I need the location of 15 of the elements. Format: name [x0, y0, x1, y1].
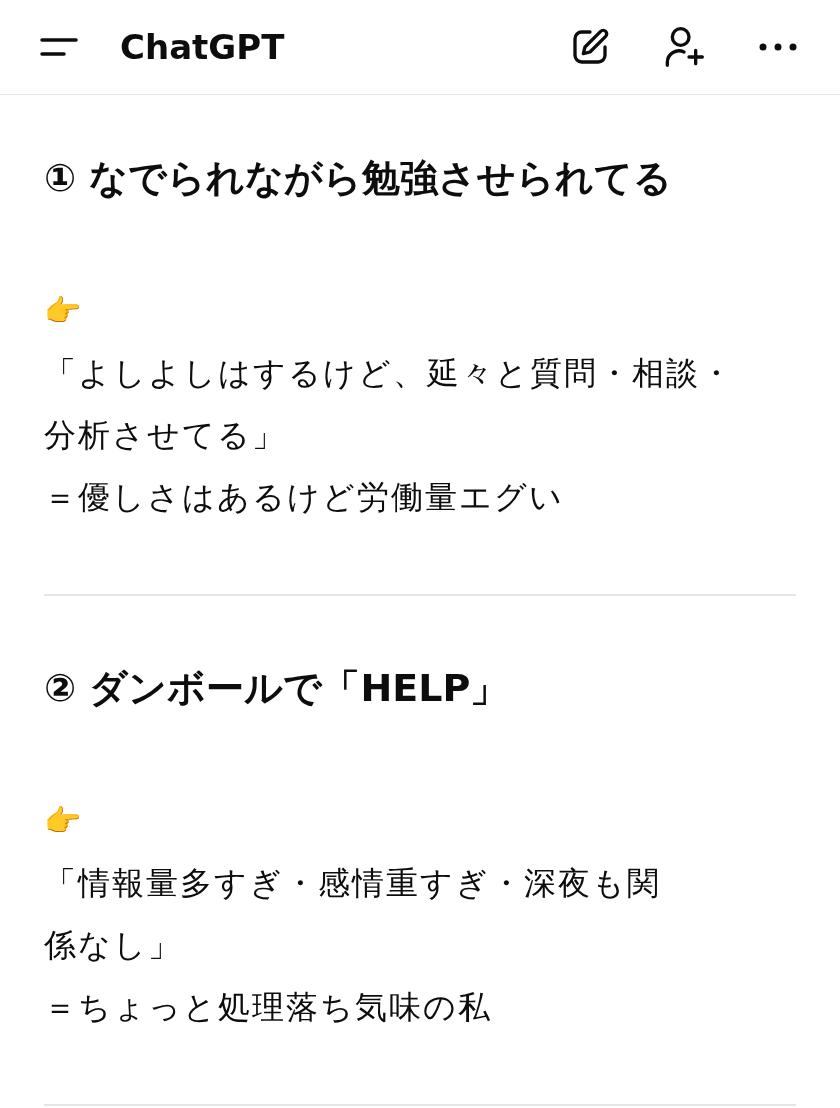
pointing-hand-emoji: 👉: [44, 292, 81, 330]
edit-icon: [570, 27, 610, 67]
more-icon: [758, 43, 798, 51]
body-text-line: 分析させてる」: [44, 415, 286, 456]
app-title: ChatGPT: [120, 25, 285, 69]
body-text-line: ＝ちょっと処理落ち気味の私: [44, 987, 492, 1028]
section-heading: ① なでられながら勉強させられてる: [44, 155, 674, 202]
body-text-line: ＝優しさはあるけど労働量エグい: [44, 477, 564, 518]
body-text-line: 「情報量多すぎ・感情重すぎ・深夜も関: [44, 863, 661, 904]
section-heading: ② ダンボールで「HELP」: [44, 665, 510, 712]
body-text-line: 「よしよしはするけど、延々と質問・相談・: [44, 353, 734, 394]
body-text-line: 係なし」: [44, 925, 182, 966]
add-person-icon: [664, 25, 704, 69]
pointing-hand-emoji: 👉: [44, 802, 81, 840]
menu-icon: [40, 35, 80, 59]
